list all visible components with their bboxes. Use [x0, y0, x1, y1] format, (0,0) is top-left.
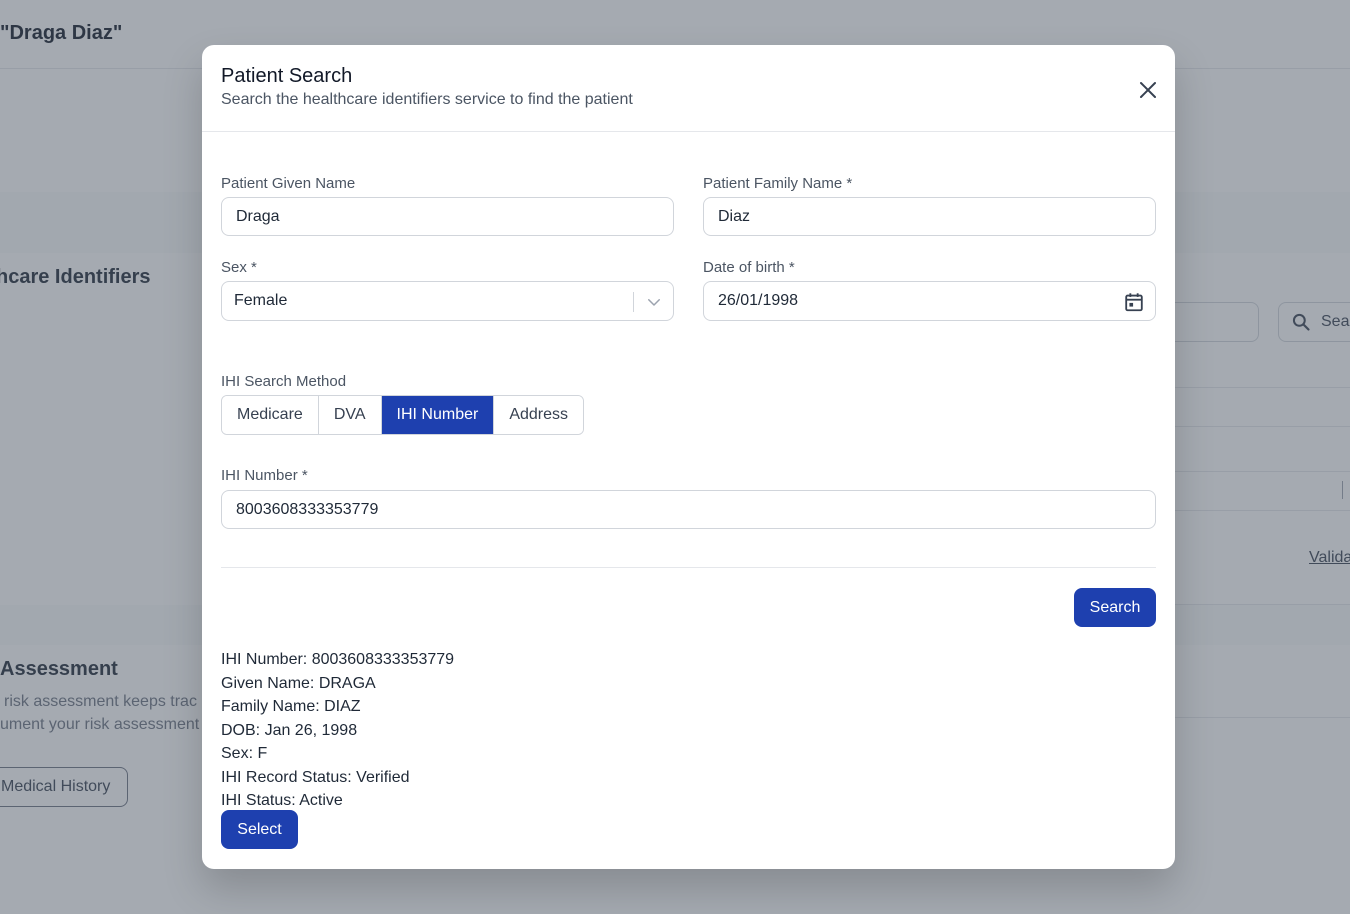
given-name-input[interactable] — [221, 197, 674, 236]
close-button[interactable] — [1136, 78, 1160, 102]
search-method-medicare[interactable]: Medicare — [222, 396, 319, 434]
select-separator — [633, 292, 634, 312]
calendar-icon[interactable] — [1123, 291, 1145, 313]
given-name-label: Patient Given Name — [221, 175, 356, 192]
search-button[interactable]: Search — [1074, 588, 1156, 627]
result-ihi-number: IHI Number: 8003608333353779 — [221, 651, 455, 668]
search-method-dva[interactable]: DVA — [318, 396, 382, 434]
ihi-number-input[interactable] — [221, 490, 1156, 529]
search-method-group: Medicare DVA IHI Number Address — [221, 395, 585, 435]
search-method-address[interactable]: Address — [494, 396, 584, 434]
modal-header: Patient Search Search the healthcare ide… — [202, 45, 1175, 132]
search-method-ihi-number[interactable]: IHI Number — [381, 396, 495, 434]
result-family-name: Family Name: DIAZ — [221, 698, 361, 715]
close-icon — [1140, 82, 1156, 98]
chevron-down-icon — [648, 299, 660, 306]
result-ihi-status: IHI Status: Active — [221, 792, 343, 809]
form-divider — [221, 567, 1156, 568]
dob-label: Date of birth * — [703, 259, 795, 276]
patient-search-modal: Patient Search Search the healthcare ide… — [202, 45, 1175, 869]
family-name-input[interactable] — [703, 197, 1156, 236]
modal-subtitle: Search the healthcare identifiers servic… — [221, 91, 633, 108]
sex-select[interactable]: Female — [221, 281, 674, 321]
result-record-status: IHI Record Status: Verified — [221, 768, 410, 786]
dob-value: 26/01/1998 — [718, 292, 799, 309]
result-sex: Sex: F — [221, 745, 268, 762]
ihi-number-label: IHI Number * — [221, 467, 308, 484]
modal-title: Patient Search — [221, 65, 353, 87]
select-button[interactable]: Select — [221, 810, 298, 849]
search-result: IHI Number: 8003608333353779 Given Name:… — [221, 648, 454, 813]
family-name-label: Patient Family Name * — [703, 175, 853, 192]
search-method-label: IHI Search Method — [221, 373, 347, 390]
sex-select-value: Female — [234, 292, 288, 309]
result-given-name: Given Name: DRAGA — [221, 674, 376, 692]
result-dob: DOB: Jan 26, 1998 — [221, 721, 358, 739]
dob-input[interactable]: 26/01/1998 — [703, 281, 1156, 321]
sex-label: Sex * — [221, 259, 257, 276]
